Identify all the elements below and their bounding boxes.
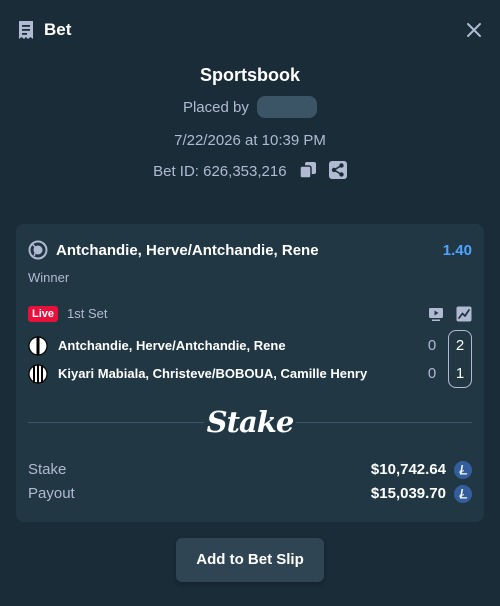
match-title[interactable]: Antchandie, Herve/Antchandie, Rene [56,241,319,261]
stats-icon[interactable] [456,306,472,322]
bet-card: Antchandie, Herve/Antchandie, Rene 1.40 … [16,224,484,522]
stake-label: Stake [28,461,67,478]
stake-logo: Stake [206,405,295,439]
divider [28,422,204,423]
bet-date: 7/22/2026 at 10:39 PM [174,132,326,149]
player-row: Antchandie, Herve/Antchandie, Rene 0 [28,335,472,357]
payout-value: $15,039.70 [370,485,446,502]
share-icon[interactable] [328,161,347,180]
set-score: 2 [455,337,465,354]
payout-label: Payout [28,485,75,502]
market-label: Winner [28,270,70,285]
close-icon[interactable] [464,20,484,40]
odds-value: 1.40 [442,242,472,259]
sportsbook-title: Sportsbook [199,65,300,85]
game-score: 0 [427,365,437,382]
stake-value: $10,742.64 [370,461,446,478]
divider [296,422,472,423]
live-badge: Live [28,306,59,322]
placed-by-row: Placed by [0,96,500,119]
tv-icon[interactable] [428,306,444,322]
stake-row: Stake $10,742.64 [28,460,472,480]
player-name: Kiyari Mabiala, Christeve/BOBOUA, Camill… [58,366,368,381]
modal-header: Bet [0,0,500,60]
period-label: 1st Set [67,306,108,321]
set-score: 1 [455,365,465,382]
jersey-icon [28,336,48,356]
jersey-icon [28,364,48,384]
tennis-ball-icon [28,240,48,260]
copy-icon[interactable] [298,161,317,179]
bet-id-row: Bet ID: 626,353,216 [0,161,500,183]
modal-title: Bet [44,20,72,39]
litecoin-icon [454,485,472,503]
game-score: 0 [427,337,437,354]
set-score-box: 2 1 [448,330,472,388]
bet-id: Bet ID: 626,353,216 [153,163,287,180]
player-row: Kiyari Mabiala, Christeve/BOBOUA, Camill… [28,363,472,385]
payout-row: Payout $15,039.70 [28,484,472,504]
litecoin-icon [454,461,472,479]
receipt-icon [19,21,33,39]
player-name: Antchandie, Herve/Antchandie, Rene [58,338,286,353]
add-to-bet-slip-button[interactable]: Add to Bet Slip [176,538,324,582]
hidden-username[interactable] [257,96,318,119]
placed-by-label: Placed by [182,99,249,116]
